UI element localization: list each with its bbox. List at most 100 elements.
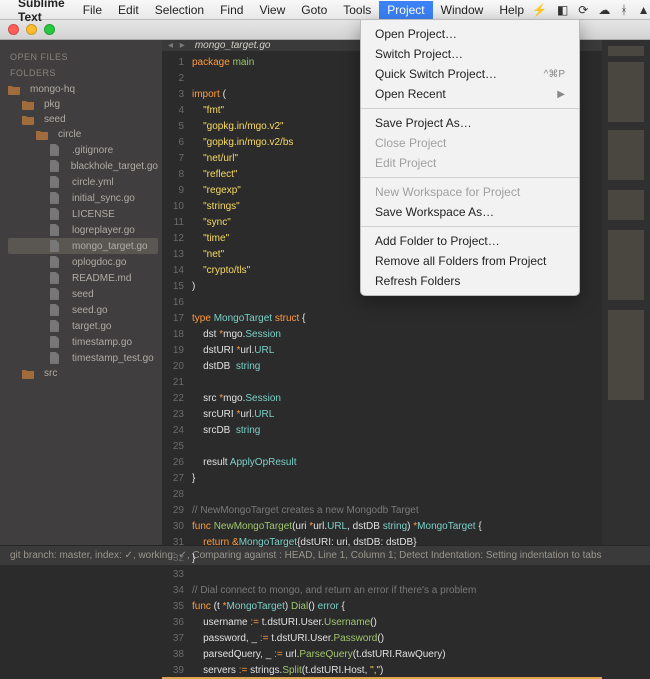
file-initial-sync-go[interactable]: initial_sync.go <box>8 190 158 206</box>
tree-label: src <box>44 368 57 379</box>
menu-item-edit-project: Edit Project <box>361 153 579 173</box>
file-icon <box>50 240 68 252</box>
open-files-heading: OPEN FILES <box>10 52 158 62</box>
file-icon <box>50 160 67 172</box>
file-circle-yml[interactable]: circle.yml <box>8 174 158 190</box>
menu-selection[interactable]: Selection <box>147 1 212 19</box>
file-icon <box>50 256 68 268</box>
wifi-icon: ▲ <box>638 3 650 17</box>
menu-help[interactable]: Help <box>491 1 532 19</box>
menu-tools[interactable]: Tools <box>335 1 379 19</box>
tab-nav-arrows[interactable]: ◂ ▸ <box>168 40 187 51</box>
menu-item-remove-all-folders-from-project[interactable]: Remove all Folders from Project <box>361 251 579 271</box>
folder-seed[interactable]: seed <box>8 112 158 127</box>
menu-item-add-folder-to-project[interactable]: Add Folder to Project… <box>361 231 579 251</box>
tree-label: timestamp.go <box>72 337 132 348</box>
tree-label: seed <box>44 114 66 125</box>
sidebar: OPEN FILES FOLDERS mongo-hq pkg seed circle… <box>0 40 162 545</box>
file-readme-md[interactable]: README.md <box>8 270 158 286</box>
file-mongo-target-go[interactable]: mongo_target.go <box>8 238 158 254</box>
file-icon <box>50 208 68 220</box>
file-timestamp-test-go[interactable]: timestamp_test.go <box>8 350 158 366</box>
menu-file[interactable]: File <box>75 1 110 19</box>
file-icon <box>50 352 68 364</box>
menu-find[interactable]: Find <box>212 1 251 19</box>
tree-label: initial_sync.go <box>72 193 135 204</box>
tree-label: .gitignore <box>72 145 113 156</box>
file-target-go[interactable]: target.go <box>8 318 158 334</box>
file-oplogdoc-go[interactable]: oplogdoc.go <box>8 254 158 270</box>
sync-icon: ⟳ <box>578 3 588 17</box>
folder-icon <box>22 100 40 110</box>
menu-item-open-recent[interactable]: Open Recent▶ <box>361 84 579 104</box>
zoom-window-button[interactable] <box>44 24 55 35</box>
tree-label: target.go <box>72 321 111 332</box>
tree-label: blackhole_target.go <box>71 161 158 172</box>
file-timestamp-go[interactable]: timestamp.go <box>8 334 158 350</box>
tree-label: LICENSE <box>72 209 115 220</box>
file-seed[interactable]: seed <box>8 286 158 302</box>
menu-separator <box>361 226 579 227</box>
bluetooth-icon: ᚼ <box>620 3 627 17</box>
menu-project[interactable]: Project <box>379 1 432 19</box>
file-icon <box>50 192 68 204</box>
tree-label: seed.go <box>72 305 108 316</box>
menu-window[interactable]: Window <box>433 1 492 19</box>
line-gutter: 1234567891011121314151617181920212223242… <box>162 55 192 679</box>
bolt-icon: ⚡ <box>532 3 547 17</box>
menu-separator <box>361 177 579 178</box>
menu-item-close-project: Close Project <box>361 133 579 153</box>
file-seed-go[interactable]: seed.go <box>8 302 158 318</box>
folder-src[interactable]: src <box>8 366 158 381</box>
menu-view[interactable]: View <box>251 1 293 19</box>
file-blackhole-target-go[interactable]: blackhole_target.go <box>8 158 158 174</box>
minimize-window-button[interactable] <box>26 24 37 35</box>
menu-item-open-project[interactable]: Open Project… <box>361 24 579 44</box>
folder-pkg[interactable]: pkg <box>8 97 158 112</box>
tree-label: mongo_target.go <box>72 241 148 252</box>
mac-menubar: Sublime Text FileEditSelectionFindViewGo… <box>0 0 650 20</box>
menu-item-switch-project[interactable]: Switch Project… <box>361 44 579 64</box>
file-icon <box>50 224 68 236</box>
tab-filename[interactable]: mongo_target.go <box>195 40 271 51</box>
folder-icon <box>8 85 26 95</box>
tree-label: timestamp_test.go <box>72 353 154 364</box>
menu-item-save-project-as[interactable]: Save Project As… <box>361 113 579 133</box>
menu-item-quick-switch-project[interactable]: Quick Switch Project…^⌘P <box>361 64 579 84</box>
file-license[interactable]: LICENSE <box>8 206 158 222</box>
menu-goto[interactable]: Goto <box>293 1 335 19</box>
app-name[interactable]: Sublime Text <box>18 0 65 24</box>
tree-label: README.md <box>72 273 131 284</box>
minimap[interactable] <box>602 40 650 545</box>
cloud-icon: ☁ <box>598 3 610 17</box>
folder-icon <box>22 369 40 379</box>
folder-icon <box>36 130 54 140</box>
tree-label: circle <box>58 129 81 140</box>
menu-item-new-workspace-for-project: New Workspace for Project <box>361 182 579 202</box>
folder-circle[interactable]: circle <box>8 127 158 142</box>
tree-label: seed <box>72 289 94 300</box>
file--gitignore[interactable]: .gitignore <box>8 142 158 158</box>
file-icon <box>50 272 68 284</box>
close-window-button[interactable] <box>8 24 19 35</box>
file-icon <box>50 336 68 348</box>
menubar-status-area: ⚡ ◧ ⟳ ☁ ᚼ ▲ 🔍 ≡ <box>532 3 650 17</box>
menu-separator <box>361 108 579 109</box>
file-icon <box>50 320 68 332</box>
folders-heading: FOLDERS <box>10 68 158 78</box>
tree-label: oplogdoc.go <box>72 257 127 268</box>
menu-item-refresh-folders[interactable]: Refresh Folders <box>361 271 579 291</box>
folder-mongo-hq[interactable]: mongo-hq <box>8 82 158 97</box>
project-menu-dropdown: Open Project…Switch Project…Quick Switch… <box>360 19 580 296</box>
file-logreplayer-go[interactable]: logreplayer.go <box>8 222 158 238</box>
menu-edit[interactable]: Edit <box>110 1 147 19</box>
tree-label: pkg <box>44 99 60 110</box>
menu-item-save-workspace-as[interactable]: Save Workspace As… <box>361 202 579 222</box>
tree-label: logreplayer.go <box>72 225 135 236</box>
file-icon <box>50 144 68 156</box>
file-icon <box>50 176 68 188</box>
tree-label: circle.yml <box>72 177 114 188</box>
file-icon <box>50 288 68 300</box>
folder-icon <box>22 115 40 125</box>
file-icon <box>50 304 68 316</box>
